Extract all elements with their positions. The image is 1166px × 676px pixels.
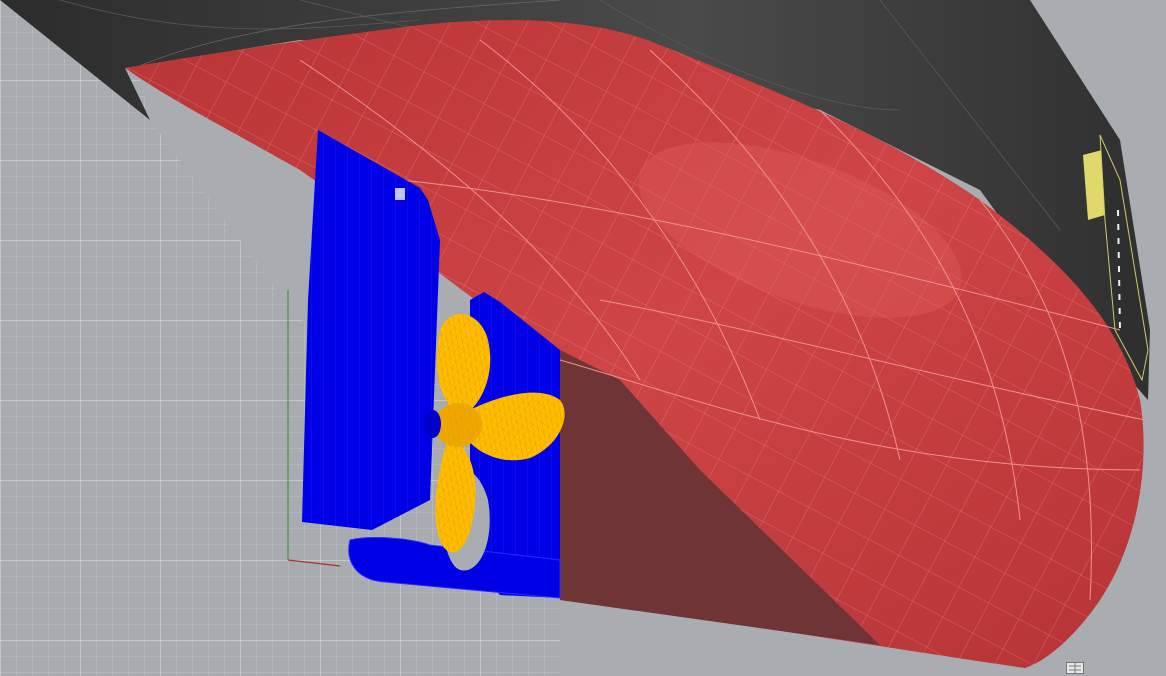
3d-viewport[interactable] bbox=[0, 0, 1166, 676]
axis-gizmo-icon[interactable] bbox=[1066, 662, 1084, 674]
model-scene[interactable] bbox=[0, 0, 1166, 676]
